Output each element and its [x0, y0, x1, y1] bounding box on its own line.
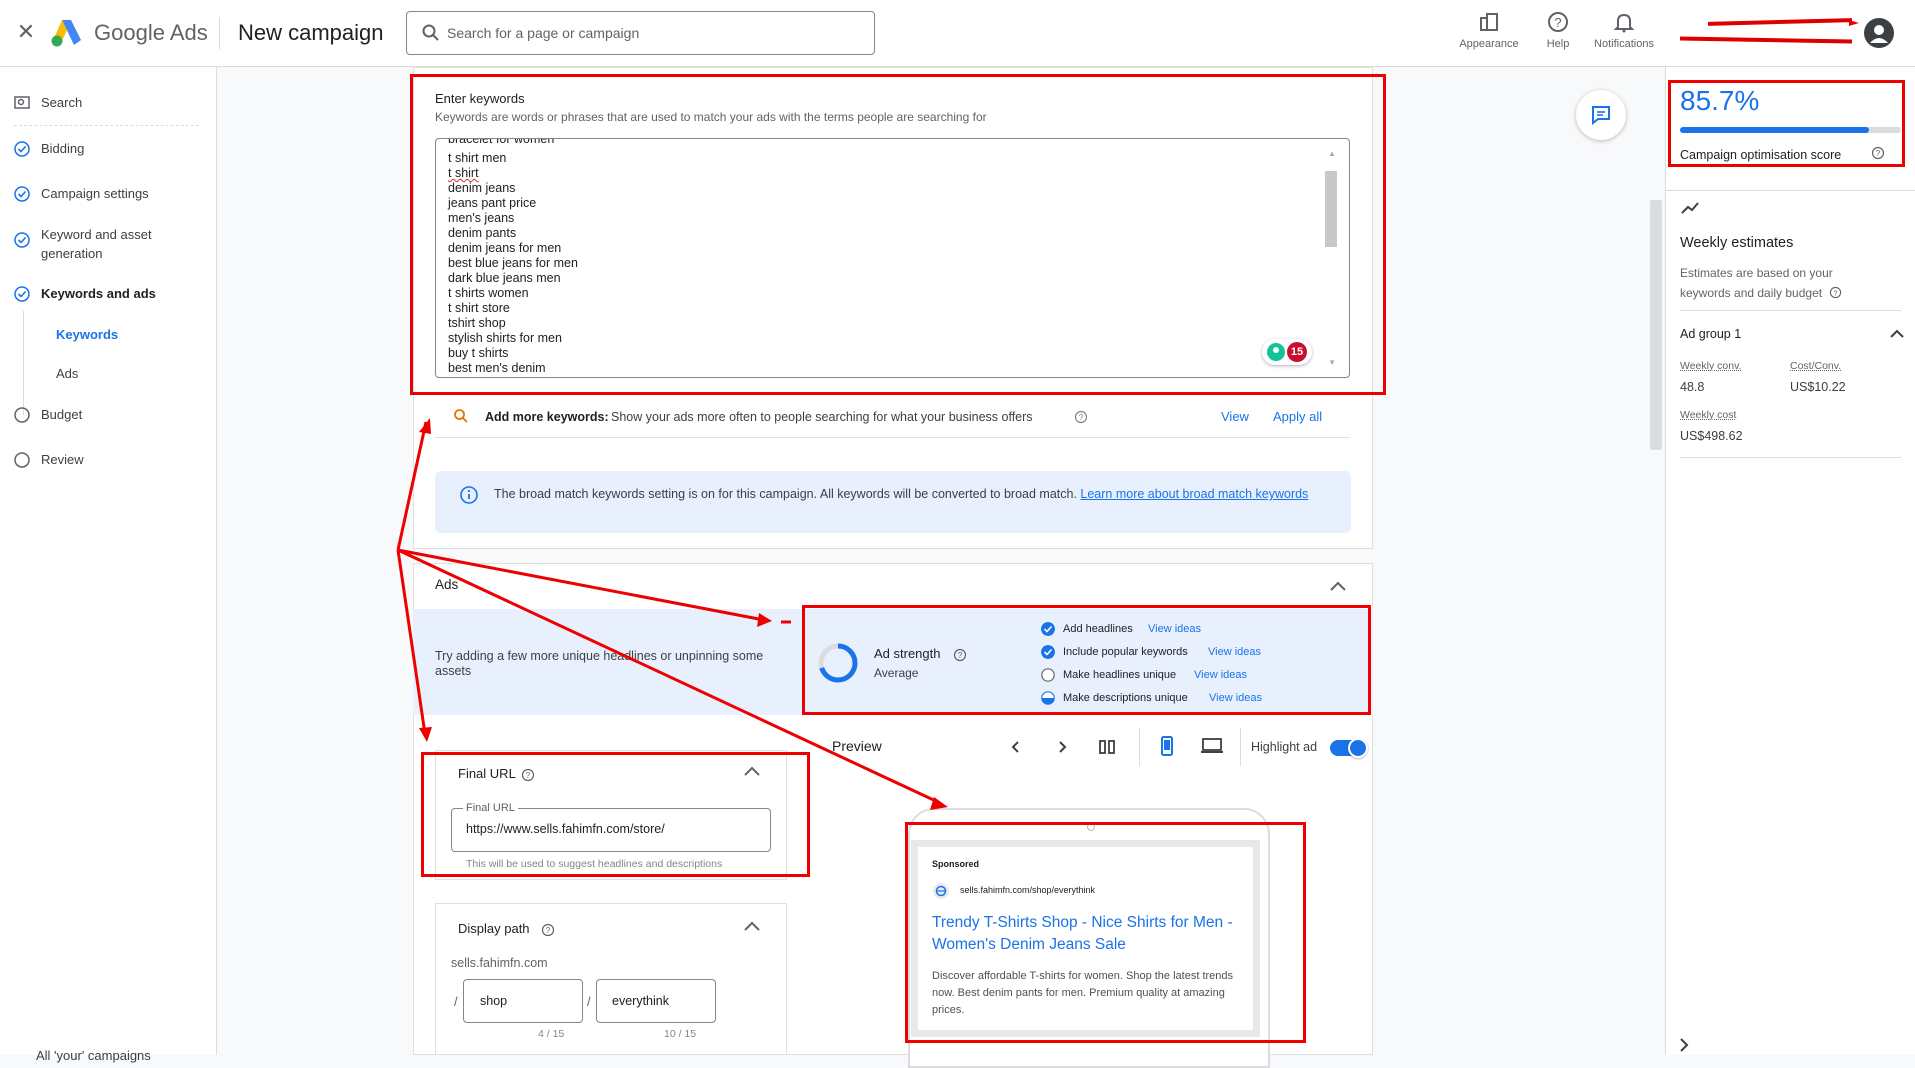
annotation-arrows [396, 418, 948, 810]
